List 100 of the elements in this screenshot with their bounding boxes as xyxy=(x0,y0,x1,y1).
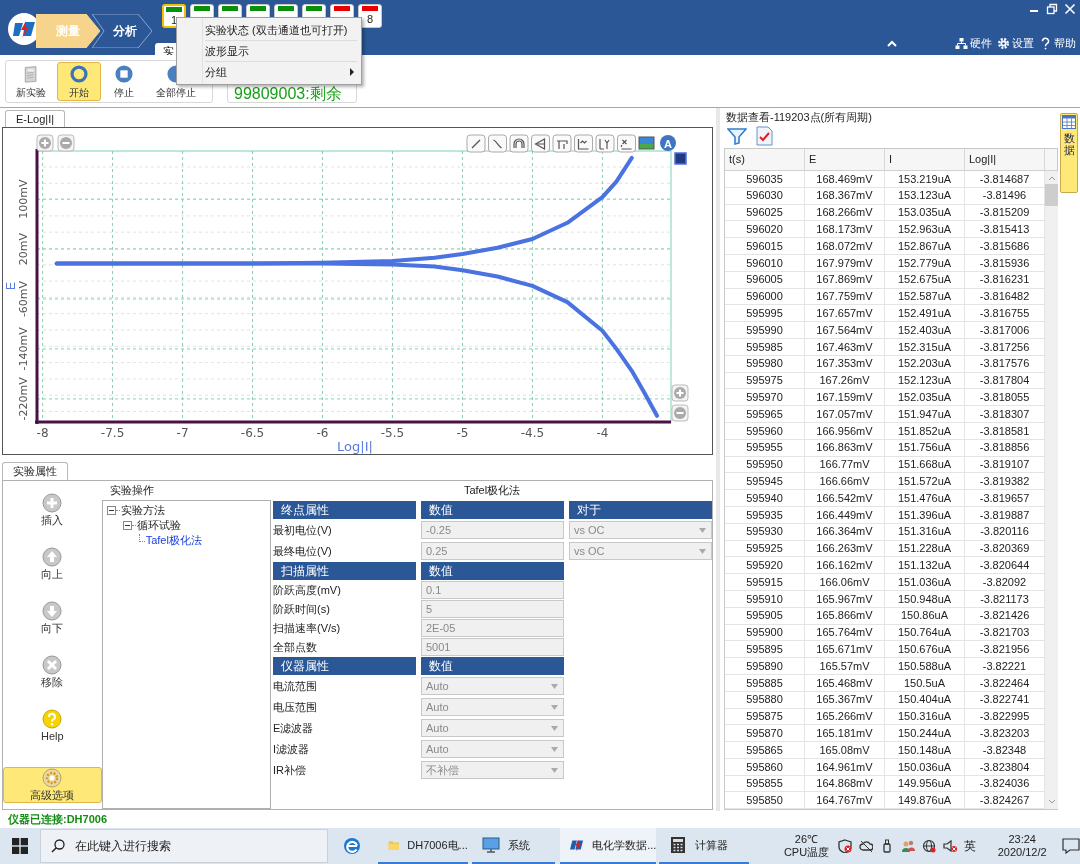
section-header: 扫描属性 xyxy=(273,562,416,580)
field-label: 电流范围 xyxy=(273,678,318,694)
table-cell: 596015 xyxy=(725,238,805,254)
tick-label: -8 xyxy=(36,426,49,440)
table-cell: 164.767mV xyxy=(805,792,885,809)
section-header: 数值 xyxy=(421,657,564,675)
table-cell: 166.956mV xyxy=(805,422,885,439)
tick-label: -4.5 xyxy=(520,426,545,440)
table-cell: 595985 xyxy=(725,338,805,355)
table-cell: 165.866mV xyxy=(805,607,885,624)
table-cell: 595990 xyxy=(725,322,805,338)
field-label: E滤波器 xyxy=(273,720,315,736)
table-cell: 595920 xyxy=(725,557,805,574)
table-cell: 595975 xyxy=(725,372,805,389)
field-label: 阶跃高度(mV) xyxy=(273,582,342,598)
table-cell: 152.867uA xyxy=(885,238,965,254)
table-cell: 595890 xyxy=(725,658,805,674)
section-header: 数值 xyxy=(421,562,564,580)
table-cell: 165.367mV xyxy=(805,691,885,708)
field-label: 全部点数 xyxy=(273,639,318,655)
table-cell: 164.961mV xyxy=(805,758,885,775)
table-cell: 151.756uA xyxy=(885,439,965,456)
table-cell: 152.203uA xyxy=(885,355,965,372)
table-cell: 152.403uA xyxy=(885,322,965,338)
table-cell: 152.779uA xyxy=(885,255,965,271)
table-cell: 153.123uA xyxy=(885,187,965,204)
table-cell: 595900 xyxy=(725,624,805,641)
tick-label: -6.5 xyxy=(240,426,265,440)
table-cell: 595870 xyxy=(725,725,805,742)
table-cell: 595895 xyxy=(725,641,805,658)
table-cell: 168.173mV xyxy=(805,221,885,238)
table-cell: 150.676uA xyxy=(885,641,965,658)
table-cell: 149.956uA xyxy=(885,775,965,792)
table-cell: 166.06mV xyxy=(805,574,885,590)
table-cell: 596010 xyxy=(725,255,805,271)
table-cell: 595885 xyxy=(725,674,805,691)
field-label: 最初电位(V) xyxy=(273,522,333,538)
table-cell: 166.863mV xyxy=(805,439,885,456)
table-cell: 167.463mV xyxy=(805,338,885,355)
panel-title: Tafel极化法 xyxy=(463,483,521,499)
table-cell: 595910 xyxy=(725,590,805,607)
table-cell: 168.367mV xyxy=(805,187,885,204)
table-cell: 167.564mV xyxy=(805,322,885,338)
section-header: 对于 xyxy=(569,501,712,519)
table-cell: 165.57mV xyxy=(805,658,885,674)
table-cell: 166.162mV xyxy=(805,557,885,574)
remaining-counter: 99809003:剩余 xyxy=(234,86,342,102)
table-cell: 152.675uA xyxy=(885,271,965,288)
table-cell: 151.228uA xyxy=(885,540,965,557)
table-cell: 595980 xyxy=(725,355,805,372)
table-cell: 152.035uA xyxy=(885,389,965,406)
table-cell: 150.036uA xyxy=(885,758,965,775)
table-cell: 596005 xyxy=(725,271,805,288)
axis-title: Log|I| xyxy=(337,439,373,454)
table-cell: 166.263mV xyxy=(805,540,885,557)
field-label: 最终电位(V) xyxy=(273,543,333,559)
table-cell: 164.868mV xyxy=(805,775,885,792)
table-cell: 151.572uA xyxy=(885,473,965,490)
panel-title: 实验操作 xyxy=(109,483,154,499)
table-cell: 595940 xyxy=(725,490,805,506)
table-cell: 595865 xyxy=(725,742,805,758)
table-cell: 152.963uA xyxy=(885,221,965,238)
tick-label: -5 xyxy=(456,426,469,440)
tick-label: -7 xyxy=(176,426,189,440)
table-cell: 596030 xyxy=(725,187,805,204)
table-cell: 152.315uA xyxy=(885,338,965,355)
tick-label: 20mV xyxy=(17,232,30,266)
table-cell: 167.759mV xyxy=(805,288,885,305)
table-cell: 151.132uA xyxy=(885,557,965,574)
section-header: 仪器属性 xyxy=(273,657,416,675)
field-label: I滤波器 xyxy=(273,741,311,757)
table-cell: 596000 xyxy=(725,288,805,305)
table-cell: 595915 xyxy=(725,574,805,590)
table-cell: 165.671mV xyxy=(805,641,885,658)
tick-label: -60mV xyxy=(17,280,30,318)
table-cell: 596020 xyxy=(725,221,805,238)
table-cell: 595850 xyxy=(725,792,805,809)
tick-label: -7.5 xyxy=(100,426,125,440)
table-cell: 596035 xyxy=(725,171,805,187)
tick-label: 100mV xyxy=(17,179,30,219)
table-cell: 149.876uA xyxy=(885,792,965,809)
table-cell: 150.5uA xyxy=(885,674,965,691)
table-cell: 595855 xyxy=(725,775,805,792)
table-cell: 167.353mV xyxy=(805,355,885,372)
table-cell: 595935 xyxy=(725,506,805,523)
table-cell: 150.148uA xyxy=(885,742,965,758)
section-header: 数值 xyxy=(421,501,564,519)
table-cell: 165.967mV xyxy=(805,590,885,607)
table-cell: 152.491uA xyxy=(885,305,965,322)
tick-label: -4 xyxy=(596,426,609,440)
table-cell: 166.542mV xyxy=(805,490,885,506)
table-cell: 167.869mV xyxy=(805,271,885,288)
table-cell: 151.668uA xyxy=(885,456,965,473)
table-cell: 167.979mV xyxy=(805,255,885,271)
table-cell: 595925 xyxy=(725,540,805,557)
table-cell: 165.266mV xyxy=(805,708,885,725)
table-cell: 150.244uA xyxy=(885,725,965,742)
table-cell: 166.66mV xyxy=(805,473,885,490)
table-cell: 151.316uA xyxy=(885,523,965,540)
table-cell: 595970 xyxy=(725,389,805,406)
